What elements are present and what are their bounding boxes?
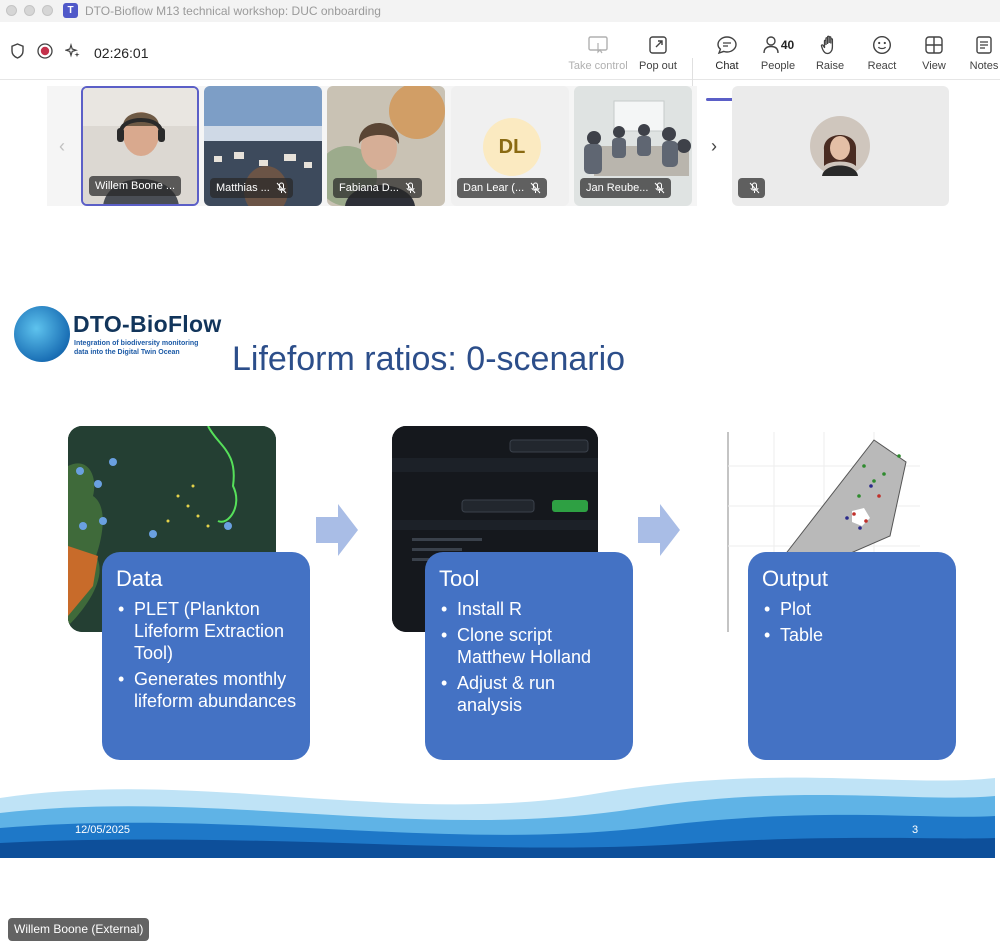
participant-tile[interactable]: [732, 86, 949, 206]
take-control-icon: [587, 34, 609, 56]
people-icon: [763, 36, 779, 54]
toolbar-divider: [692, 58, 693, 88]
react-label: React: [867, 60, 897, 72]
chat-label: Chat: [715, 60, 739, 72]
chevron-right-icon[interactable]: ›: [699, 86, 729, 206]
box-bullet: Adjust & run analysis: [439, 672, 623, 716]
data-box: Data PLET (Plankton Lifeform Extraction …: [102, 552, 310, 760]
box-bullet: Install R: [439, 598, 623, 620]
raise-label: Raise: [815, 60, 845, 72]
participant-name: Dan Lear (...: [457, 178, 548, 198]
meeting-timer: 02:26:01: [94, 45, 149, 61]
box-title: Data: [116, 566, 163, 591]
pop-out-icon: [648, 34, 668, 56]
output-box: Output Plot Table: [748, 552, 956, 760]
participant-name: Willem Boone ...: [89, 176, 182, 196]
box-bullet: Clone script Matthew Holland: [439, 624, 623, 668]
teams-app-icon: T: [63, 3, 78, 18]
view-label: View: [922, 60, 946, 72]
mic-off-icon: [276, 182, 287, 194]
participant-name: Matthias ...: [210, 178, 293, 198]
avatar: DL: [483, 118, 541, 176]
react-button[interactable]: React: [866, 34, 898, 76]
participant-tile[interactable]: Matthias ...: [204, 86, 322, 206]
avatar: [810, 116, 870, 176]
raise-hand-button[interactable]: Raise: [814, 34, 846, 76]
notes-icon: [975, 34, 993, 56]
window-title: DTO-Bioflow M13 technical workshop: DUC …: [85, 4, 381, 18]
minimize-window-button[interactable]: [24, 5, 35, 16]
participant-tile[interactable]: Fabiana D...: [327, 86, 445, 206]
smiley-icon: [872, 34, 892, 56]
shared-slide: DTO-BioFlow Integration of biodiversity …: [0, 296, 995, 858]
window-titlebar: T DTO-Bioflow M13 technical workshop: DU…: [0, 0, 1000, 22]
participant-name: [738, 178, 765, 198]
maximize-window-button[interactable]: [42, 5, 53, 16]
take-control-button[interactable]: Take control: [566, 34, 630, 76]
wave-footer: [0, 777, 995, 858]
logo-subtitle: Integration of biodiversity monitoring d…: [74, 340, 199, 356]
slide-date: 12/05/2025: [75, 824, 131, 836]
people-label: People: [760, 60, 796, 72]
participant-tile[interactable]: Jan Reube...: [574, 86, 692, 206]
box-bullet: PLET (Plankton Lifeform Extraction Tool): [116, 598, 300, 664]
box-bullet: Plot: [762, 598, 946, 620]
box-bullet: Generates monthly lifeform abundances: [116, 668, 300, 712]
speaker-name-label: Willem Boone (External): [8, 918, 150, 941]
notes-label: Notes: [969, 60, 999, 72]
grid-view-icon: [924, 34, 944, 56]
take-control-label: Take control: [568, 60, 628, 72]
people-button[interactable]: 40 People: [758, 34, 798, 76]
mic-off-icon: [405, 182, 416, 194]
hand-icon: [820, 34, 840, 56]
logo-name: DTO-BioFlow: [73, 311, 222, 337]
participant-tile[interactable]: Willem Boone ...: [81, 86, 199, 206]
slide-number: 3: [912, 824, 919, 836]
sparkle-icon[interactable]: [64, 42, 81, 64]
box-title: Tool: [439, 566, 480, 591]
tool-box: Tool Install R Clone script Matthew Holl…: [425, 552, 633, 760]
participant-name: Jan Reube...: [580, 178, 672, 198]
notes-button[interactable]: Notes: [968, 34, 1000, 76]
chevron-left-icon[interactable]: ‹: [47, 86, 77, 206]
pop-out-label: Pop out: [639, 60, 677, 72]
chat-icon: [716, 34, 738, 56]
mic-off-icon: [530, 182, 541, 194]
arrow-right-icon: [316, 504, 358, 556]
chat-button[interactable]: Chat: [706, 34, 748, 76]
slide-title: Lifeform ratios: 0-scenario: [232, 340, 626, 378]
close-window-button[interactable]: [6, 5, 17, 16]
view-button[interactable]: View: [918, 34, 950, 76]
recording-icon[interactable]: [37, 43, 53, 64]
people-count: 40: [780, 38, 795, 52]
shield-icon[interactable]: [10, 43, 25, 64]
participant-name: Fabiana D...: [333, 178, 422, 198]
dto-bioflow-logo: [14, 306, 70, 362]
arrow-right-icon: [638, 504, 680, 556]
pop-out-button[interactable]: Pop out: [636, 34, 680, 76]
people-icon-group: 40: [762, 34, 794, 56]
box-bullet: Table: [762, 624, 946, 646]
participant-tile[interactable]: DL Dan Lear (...: [451, 86, 569, 206]
box-title: Output: [762, 566, 829, 591]
meeting-toolbar: 02:26:01 Take control Pop out Chat 40 Pe…: [0, 22, 1000, 101]
mic-off-icon: [749, 182, 760, 194]
mic-off-icon: [655, 182, 665, 194]
